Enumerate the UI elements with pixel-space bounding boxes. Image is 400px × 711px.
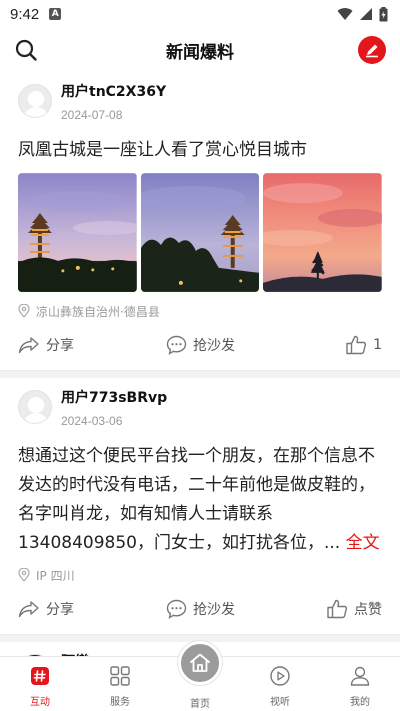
share-button[interactable]: 分享 — [18, 599, 74, 619]
nav-label: 首页 — [190, 699, 210, 710]
user-icon — [350, 666, 370, 686]
post-header: 用户773sBRvp 2024-03-06 — [18, 388, 382, 438]
top-bar: 新闻爆料 — [0, 28, 400, 72]
comment-label: 抢沙发 — [193, 602, 235, 618]
status-bar: 9:42 A — [0, 0, 400, 28]
post-divider — [0, 370, 400, 378]
post-location: IP 四川 — [18, 566, 382, 584]
page-title: 新闻爆料 — [166, 42, 234, 63]
signal-icon — [360, 8, 372, 20]
post-header: 用户tnC2X36Y 2024-07-08 — [18, 82, 382, 132]
post-images — [18, 173, 383, 292]
status-time: 9:42 — [10, 5, 40, 23]
thumbs-up-icon — [346, 335, 367, 355]
comment-label: 抢沙发 — [193, 338, 235, 354]
share-label: 分享 — [46, 602, 74, 618]
grid-icon — [110, 666, 130, 686]
wifi-icon — [337, 8, 353, 20]
thumbs-up-icon — [327, 599, 348, 619]
comment-icon — [166, 335, 187, 355]
share-icon — [18, 601, 39, 618]
like-count: 1 — [373, 337, 382, 353]
bottom-nav: 互动 服务 首页 视听 我的 — [0, 641, 400, 711]
share-label: 分享 — [46, 338, 74, 354]
comment-icon — [166, 599, 187, 619]
location-text: IP 四川 — [36, 568, 75, 583]
play-icon — [270, 666, 290, 686]
location-pin-icon — [18, 568, 30, 582]
post-card[interactable]: 用户tnC2X36Y 2024-07-08 凤凰古城是一座让人看了赏心悦目城市 — [0, 72, 400, 370]
battery-icon — [379, 6, 388, 21]
post-actions: 分享 抢沙发 1 — [18, 320, 382, 370]
post-text[interactable]: 想通过这个便民平台找一个朋友，在那个信息不发达的时代没有电话，二十年前他是做皮鞋… — [18, 442, 382, 558]
post-actions: 分享 抢沙发 点赞 — [18, 584, 382, 634]
post-text[interactable]: 凤凰古城是一座让人看了赏心悦目城市 — [18, 136, 382, 165]
post-location: 凉山彝族自治州·德昌县 — [18, 302, 382, 320]
post-image[interactable] — [263, 173, 383, 292]
nav-home[interactable]: 首页 — [160, 641, 240, 711]
nav-label: 互动 — [30, 697, 50, 708]
avatar[interactable] — [18, 390, 52, 424]
nav-profile[interactable]: 我的 — [320, 657, 400, 711]
compose-button[interactable] — [358, 36, 386, 64]
avatar[interactable] — [18, 84, 52, 118]
nav-label: 视听 — [270, 697, 290, 708]
location-pin-icon — [18, 304, 30, 318]
nav-services[interactable]: 服务 — [80, 657, 160, 711]
username[interactable]: 用户tnC2X36Y — [61, 82, 166, 102]
notification-icon: A — [49, 8, 62, 20]
nav-label: 我的 — [350, 697, 370, 708]
post-text-body: 想通过这个便民平台找一个朋友，在那个信息不发达的时代没有电话，二十年前他是做皮鞋… — [18, 446, 375, 553]
search-icon[interactable] — [14, 38, 38, 62]
location-text: 凉山彝族自治州·德昌县 — [36, 304, 160, 319]
pen-icon — [366, 44, 378, 58]
status-icons — [337, 6, 388, 22]
read-more-link[interactable]: 全文 — [346, 533, 380, 553]
like-button[interactable]: 点赞 — [326, 599, 382, 619]
comment-button[interactable]: 抢沙发 — [166, 335, 235, 355]
news-feed[interactable]: 用户tnC2X36Y 2024-07-08 凤凰古城是一座让人看了赏心悦目城市 — [0, 72, 400, 656]
post-date: 2024-07-08 — [61, 108, 123, 122]
post-image[interactable] — [140, 173, 260, 292]
nav-interact[interactable]: 互动 — [0, 657, 80, 711]
home-icon — [190, 653, 210, 672]
nav-media[interactable]: 视听 — [240, 657, 320, 711]
post-card[interactable]: 用户773sBRvp 2024-03-06 想通过这个便民平台找一个朋友，在那个… — [0, 378, 400, 634]
username[interactable]: 用户773sBRvp — [61, 388, 167, 408]
share-icon — [18, 337, 39, 354]
comment-button[interactable]: 抢沙发 — [166, 599, 235, 619]
like-button[interactable]: 1 — [345, 335, 382, 355]
nav-label: 服务 — [110, 697, 130, 708]
like-label: 点赞 — [354, 602, 382, 618]
post-date: 2024-03-06 — [61, 414, 123, 428]
hashtag-icon — [31, 667, 49, 685]
post-image[interactable] — [18, 173, 137, 292]
share-button[interactable]: 分享 — [18, 335, 74, 355]
home-button[interactable] — [178, 641, 222, 685]
